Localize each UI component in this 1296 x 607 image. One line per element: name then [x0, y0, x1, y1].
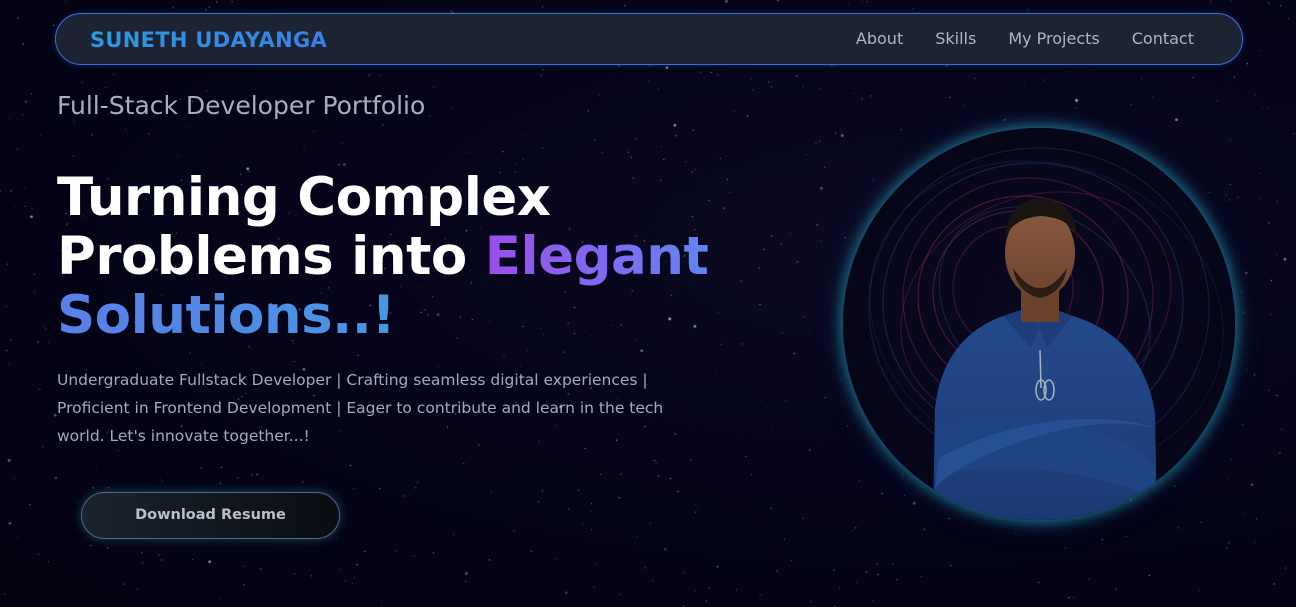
hero-headline: Turning Complex Problems into Elegant So…: [57, 168, 757, 345]
headline-highlight-solutions: Solutions..!: [57, 286, 757, 345]
brand-logo[interactable]: SUNETH UDAYANGA: [90, 28, 327, 52]
nav-links: About Skills My Projects Contact: [856, 29, 1194, 48]
portfolio-page: SUNETH UDAYANGA About Skills My Projects…: [0, 0, 1296, 607]
headline-line-1: Turning Complex: [57, 167, 551, 228]
headline-line-2-text: Problems into: [57, 226, 485, 287]
nav-link-about[interactable]: About: [856, 29, 903, 48]
nav-link-contact[interactable]: Contact: [1132, 29, 1194, 48]
hero-eyebrow: Full-Stack Developer Portfolio: [57, 91, 426, 120]
profile-portrait-illustration: [843, 128, 1235, 520]
download-resume-button[interactable]: Download Resume: [81, 492, 340, 539]
headline-line-2: Problems into Elegant: [57, 227, 757, 286]
profile-photo: [843, 128, 1235, 520]
navbar: SUNETH UDAYANGA About Skills My Projects…: [55, 13, 1243, 65]
headline-highlight-elegant: Elegant: [484, 226, 709, 287]
nav-link-skills[interactable]: Skills: [935, 29, 976, 48]
hero-description: Undergraduate Fullstack Developer | Craf…: [57, 371, 664, 445]
nav-link-projects[interactable]: My Projects: [1008, 29, 1099, 48]
